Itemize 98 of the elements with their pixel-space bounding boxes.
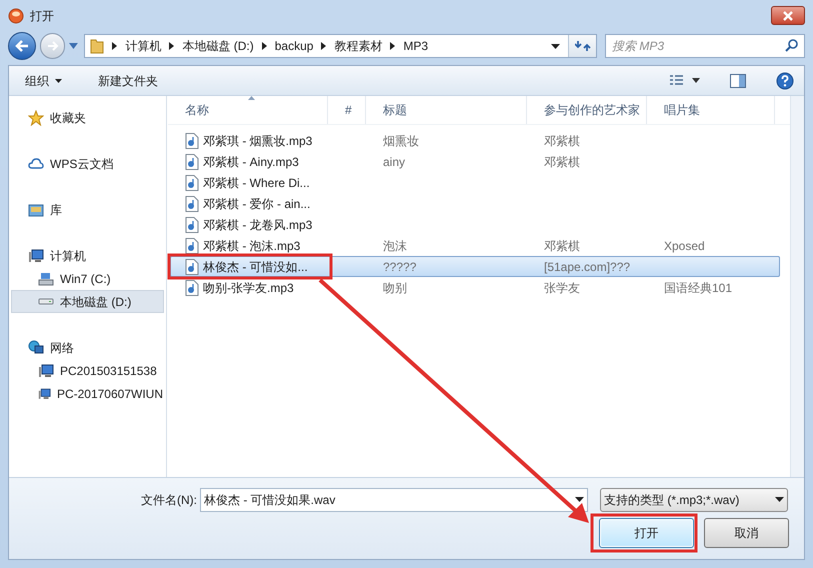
dropdown-arrow-icon[interactable]	[551, 44, 560, 48]
dropdown-arrow-icon	[775, 497, 784, 502]
breadcrumb-item[interactable]: 教程素材	[334, 37, 382, 55]
address-bar[interactable]: 计算机 本地磁盘 (D:) backup 教程素材 MP3	[84, 34, 598, 58]
breadcrumb-item[interactable]: 计算机	[125, 37, 162, 55]
table-cell: 吻别	[383, 280, 407, 294]
sort-arrow-icon	[248, 96, 255, 100]
column-header[interactable]: #	[328, 96, 366, 124]
cancel-button[interactable]: 取消	[704, 518, 789, 548]
audio-file-icon	[185, 258, 199, 274]
sidebar-item[interactable]: PC-20170607WIUN	[11, 382, 164, 405]
sidebar-item[interactable]: 网络	[11, 336, 164, 359]
file-row[interactable]: 邓紫棋 - Ainy.mp3 ainy 邓紫棋	[170, 151, 780, 172]
column-header[interactable]: 名称	[168, 96, 328, 124]
file-name[interactable]: 邓紫棋 - Ainy.mp3	[203, 152, 299, 170]
file-row[interactable]: 邓紫琪 - 烟熏妆.mp3 烟熏妆 邓紫棋	[170, 130, 780, 151]
network-icon	[28, 340, 44, 356]
chevron-icon[interactable]	[169, 42, 174, 50]
sidebar-item[interactable]: 库	[11, 198, 164, 221]
dropdown-arrow-icon	[55, 78, 62, 82]
drive-icon	[38, 298, 54, 305]
back-button[interactable]	[8, 32, 36, 60]
back-arrow-icon	[14, 40, 29, 52]
breadcrumb-item[interactable]: backup	[274, 37, 314, 55]
file-row[interactable]: 邓紫棋 - Where Di...	[170, 172, 780, 193]
refresh-button[interactable]	[568, 35, 596, 57]
file-name[interactable]: 邓紫棋 - 泡沫.mp3	[203, 236, 300, 254]
table-cell: ?????	[383, 260, 416, 274]
file-type-dropdown[interactable]: 支持的类型 (*.mp3;*.wav)	[600, 488, 788, 512]
file-name[interactable]: 邓紫琪 - 烟熏妆.mp3	[203, 132, 312, 150]
table-cell: 烟熏妆	[383, 134, 419, 148]
table-cell: 邓紫棋	[544, 154, 580, 168]
file-name[interactable]: 邓紫棋 - 龙卷风.mp3	[203, 216, 312, 234]
breadcrumb-item[interactable]: MP3	[403, 37, 428, 55]
cloud-icon	[28, 156, 44, 172]
audio-file-icon	[185, 132, 199, 148]
table-cell: 邓紫棋	[544, 238, 580, 252]
audio-file-icon	[185, 216, 199, 232]
file-row[interactable]: 林俊杰 - 可惜没如... ????? [51ape.com]???	[170, 256, 780, 277]
file-row[interactable]: 邓紫棋 - 爱你 - ain...	[170, 193, 780, 214]
file-name[interactable]: 林俊杰 - 可惜没如...	[203, 258, 308, 276]
chevron-icon[interactable]	[321, 42, 326, 50]
sidebar-item[interactable]: PC201503151538	[11, 359, 164, 382]
forward-arrow-icon	[46, 41, 59, 51]
computer-icon	[38, 386, 51, 402]
table-cell: Xposed	[664, 238, 705, 252]
new-folder-button[interactable]: 新建文件夹	[98, 72, 158, 90]
file-row[interactable]: 吻别-张学友.mp3 吻别 张学友 国语经典101	[170, 277, 780, 298]
help-icon[interactable]	[776, 72, 794, 90]
file-row[interactable]: 邓紫棋 - 泡沫.mp3 泡沫 邓紫棋 Xposed	[170, 235, 780, 256]
table-cell: 张学友	[544, 280, 580, 294]
table-cell: 邓紫棋	[544, 134, 580, 148]
file-name-label: 文件名(N):	[140, 492, 198, 508]
audio-file-icon	[185, 154, 199, 170]
file-name[interactable]: 吻别-张学友.mp3	[203, 278, 294, 296]
refresh-icon	[574, 39, 591, 53]
breadcrumb-item[interactable]: 本地磁盘 (D:)	[182, 37, 254, 55]
drive-icon	[38, 270, 54, 286]
library-icon	[28, 202, 44, 218]
table-cell: 国语经典101	[664, 280, 732, 294]
organize-button[interactable]: 组织	[19, 72, 68, 90]
file-name-field[interactable]: 林俊杰 - 可惜没如果.wav	[200, 488, 588, 512]
chevron-icon[interactable]	[112, 42, 118, 50]
column-header[interactable]: 唱片集	[647, 96, 775, 124]
view-options-icon[interactable]	[670, 74, 700, 86]
computer-icon	[28, 248, 44, 264]
search-field[interactable]: 搜索 MP3	[605, 34, 805, 58]
chevron-icon[interactable]	[390, 42, 396, 50]
dropdown-arrow-icon[interactable]	[575, 497, 584, 502]
close-button[interactable]	[771, 6, 805, 25]
sidebar-item[interactable]: 收藏夹	[11, 106, 164, 129]
table-cell: [51ape.com]???	[544, 260, 630, 274]
table-cell: 泡沫	[383, 238, 407, 252]
chevron-icon[interactable]	[262, 42, 267, 50]
open-button[interactable]: 打开	[599, 518, 694, 548]
close-icon	[782, 10, 794, 20]
audio-file-icon	[185, 238, 199, 254]
sidebar-item[interactable]: 本地磁盘 (D:)	[11, 290, 164, 313]
computer-icon	[38, 362, 54, 378]
audio-file-icon	[185, 280, 199, 296]
sidebar-item[interactable]: Win7 (C:)	[11, 267, 164, 290]
preview-pane-icon[interactable]	[730, 74, 746, 88]
column-header[interactable]: 参与创作的艺术家	[527, 96, 647, 124]
scrollbar[interactable]	[790, 96, 804, 477]
file-name[interactable]: 邓紫棋 - Where Di...	[203, 174, 310, 192]
search-icon	[785, 39, 798, 52]
table-cell: ainy	[383, 154, 406, 168]
folder-icon	[90, 38, 104, 54]
sidebar-item[interactable]: WPS云文档	[11, 152, 164, 175]
window-title: 打开	[30, 8, 54, 24]
sidebar-item[interactable]: 计算机	[11, 244, 164, 267]
app-icon	[8, 8, 24, 24]
column-header[interactable]: 标题	[366, 96, 527, 124]
file-name[interactable]: 邓紫棋 - 爱你 - ain...	[203, 194, 310, 212]
audio-file-icon	[185, 196, 199, 212]
audio-file-icon	[185, 174, 199, 190]
star-icon	[28, 110, 44, 126]
file-row[interactable]: 邓紫棋 - 龙卷风.mp3	[170, 214, 780, 235]
